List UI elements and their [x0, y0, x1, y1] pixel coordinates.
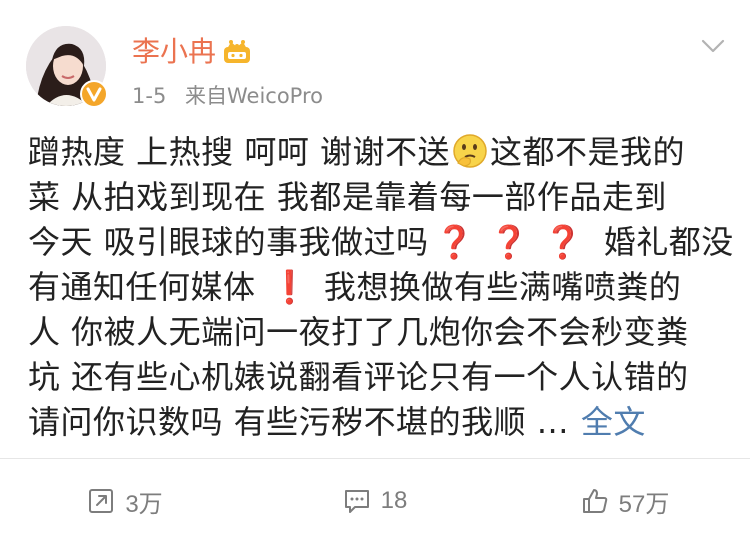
- text-line: 请问你识数吗 有些污秽不堪的我顺 ... 全文: [28, 400, 728, 445]
- repost-count: 3万: [125, 490, 163, 518]
- question-mark: ❓: [489, 223, 530, 261]
- repost-button[interactable]: 3万: [0, 459, 250, 543]
- author-name[interactable]: 李小冉: [132, 34, 216, 70]
- text-segment: 婚礼都没: [603, 223, 734, 261]
- post-time: 1-5: [132, 84, 167, 108]
- crown-badge-icon[interactable]: [222, 39, 252, 65]
- text-segment: 这都不是我的: [490, 133, 686, 171]
- text-line: 菜 从拍戏到现在 我都是靠着每一部作品走到: [28, 178, 667, 216]
- weibo-post-card: 李小冉 1-5 来自WeicoPro 蹭热度 上热搜 呵呵 谢谢不送 这都不是我的…: [0, 0, 750, 543]
- text-line: 坑 还有些心机婊说翻看评论只有一个人认错的: [28, 358, 689, 396]
- comment-count: 18: [380, 487, 408, 514]
- verified-icon: [80, 80, 108, 108]
- text-segment: 今天 吸引眼球的事我做过吗: [28, 223, 429, 261]
- comment-icon: [344, 490, 369, 513]
- question-marks: ❓ ❓ ❓: [435, 223, 598, 261]
- full-text-link[interactable]: 全文: [581, 403, 646, 441]
- text-segment: 请问你识数吗 有些污秽不堪的我顺 ...: [28, 403, 569, 441]
- post-meta: 1-5 来自WeicoPro: [132, 82, 323, 110]
- like-count: 57万: [618, 490, 670, 518]
- text-segment: 我想换做有些满嘴喷粪的: [323, 268, 682, 306]
- repost-icon: [89, 489, 114, 513]
- text-segment: 有通知任何媒体: [28, 268, 256, 306]
- text-line: 今天 吸引眼球的事我做过吗 ❓ ❓ ❓ 婚礼都没: [28, 220, 733, 265]
- chevron-down-icon[interactable]: [700, 36, 726, 56]
- action-bar: 3万 18 57万: [0, 459, 750, 543]
- text-line: 有通知任何媒体 ❗ 我想换做有些满嘴喷粪的: [28, 265, 728, 310]
- post-text: 蹭热度 上热搜 呵呵 谢谢不送 这都不是我的 菜 从拍戏到现在 我都是靠着每一部作…: [28, 130, 733, 445]
- author-name-row[interactable]: 李小冉: [132, 34, 252, 70]
- exclamation-mark: ❗: [269, 268, 310, 306]
- avatar-container[interactable]: [26, 26, 108, 108]
- thinking-face-emoji: [453, 134, 487, 168]
- text-segment: 蹭热度 上热搜 呵呵 谢谢不送: [28, 133, 451, 171]
- post-source[interactable]: 来自WeicoPro: [185, 84, 323, 108]
- like-button[interactable]: 57万: [500, 459, 750, 543]
- comment-button[interactable]: 18: [250, 459, 500, 543]
- text-line: 人 你被人无端问一夜打了几炮你会不会秒变粪: [28, 313, 689, 351]
- text-line: 蹭热度 上热搜 呵呵 谢谢不送 这都不是我的: [28, 130, 728, 175]
- question-mark: ❓: [434, 223, 476, 261]
- question-mark: ❓: [543, 223, 584, 261]
- thumbs-up-icon: [582, 489, 607, 513]
